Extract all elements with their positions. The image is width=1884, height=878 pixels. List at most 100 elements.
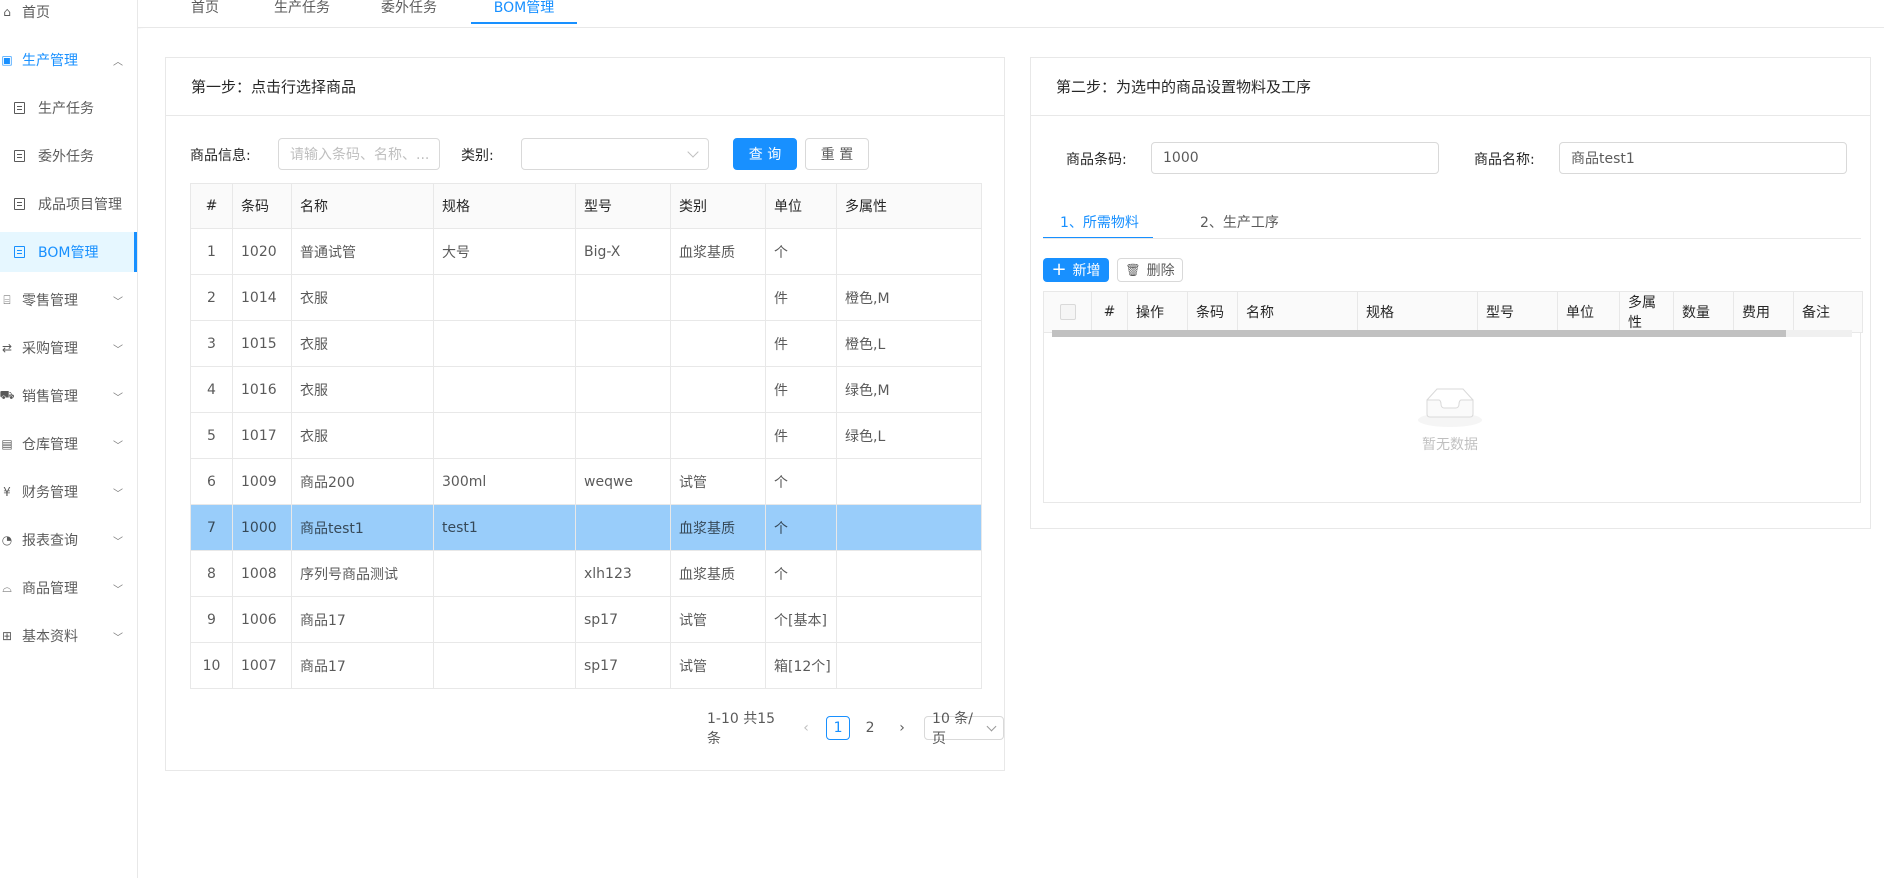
sidebar-item-retail[interactable]: ⌸ 零售管理 ﹀ <box>0 280 137 320</box>
table-cell <box>670 274 766 321</box>
table-row[interactable]: 9 1006 商品17 sp17 试管 个[基本] <box>190 596 982 643</box>
table-cell <box>575 412 671 459</box>
sidebar-item-outsource-task[interactable]: 委外任务 <box>0 136 137 176</box>
sidebar-item-basic-data[interactable]: ⊞ 基本资料 ﹀ <box>0 616 137 656</box>
category-select[interactable] <box>521 138 709 170</box>
table-row[interactable]: 10 1007 商品17 sp17 试管 箱[12个] <box>190 642 982 689</box>
table-cell: 1017 <box>232 412 292 459</box>
sidebar-item-label: 委外任务 <box>38 149 94 165</box>
tab-outsource-task[interactable]: 委外任务 <box>371 0 447 24</box>
sidebar-item-goods[interactable]: ⌓ 商品管理 ﹀ <box>0 568 137 608</box>
scrollbar-thumb[interactable] <box>1052 330 1786 337</box>
table-cell: 序列号商品测试 <box>291 550 434 597</box>
table-cell: 300ml <box>433 458 576 505</box>
pagination-total: 1-10 共15条 <box>707 711 776 747</box>
table-row[interactable]: 1 1020 普通试管 大号 Big-X 血浆基质个 <box>190 228 982 275</box>
table-cell: 1014 <box>232 274 292 321</box>
tab-production-task[interactable]: 生产任务 <box>264 0 340 24</box>
prev-page-icon[interactable]: ‹ <box>794 716 818 740</box>
sidebar-item-label: BOM管理 <box>38 245 99 261</box>
table-cell: 试管 <box>670 458 766 505</box>
table-cell: test1 <box>433 504 576 551</box>
sidebar-item-report[interactable]: ◔ 报表查询 ﹀ <box>0 520 137 560</box>
table-row[interactable]: 7 1000 商品test1 test1 血浆基质个 <box>190 504 982 551</box>
goods-icon: ⌓ <box>2 580 12 595</box>
table-row[interactable]: 4 1016 衣服 件绿色,M <box>190 366 982 413</box>
column-header: 条码 <box>1187 291 1238 333</box>
sidebar-item-finance[interactable]: ¥ 财务管理 ﹀ <box>0 472 137 512</box>
table-cell: xlh123 <box>575 550 671 597</box>
table-cell <box>575 504 671 551</box>
table-cell: 8 <box>190 550 233 597</box>
column-header: 规格 <box>433 183 576 229</box>
table-cell: 1015 <box>232 320 292 367</box>
table-cell <box>836 228 982 275</box>
horizontal-scrollbar[interactable] <box>1052 330 1852 337</box>
table-row[interactable]: 2 1014 衣服 件橙色,M <box>190 274 982 321</box>
tab-materials[interactable]: 1、所需物料 <box>1060 212 1139 232</box>
page-size-select[interactable]: 10 条/页 <box>924 711 1004 747</box>
table-cell: 商品17 <box>291 642 434 689</box>
barcode-field[interactable]: 1000 <box>1151 142 1439 174</box>
table-cell: 衣服 <box>291 320 434 367</box>
chevron-down-icon: ﹀ <box>113 632 123 644</box>
document-icon <box>12 101 26 115</box>
sidebar-item-label: 成品项目管理 <box>38 197 122 213</box>
sidebar-item-production-task[interactable]: 生产任务 <box>0 88 137 128</box>
sidebar-item-label: 基本资料 <box>22 629 78 645</box>
table-cell: 4 <box>190 366 233 413</box>
table-cell <box>836 550 982 597</box>
table-cell: 1008 <box>232 550 292 597</box>
column-header: 多属性 <box>1619 291 1674 333</box>
column-header: 单位 <box>765 183 837 229</box>
next-page-icon[interactable]: › <box>890 716 914 740</box>
sidebar-item-finished-project[interactable]: 成品项目管理 <box>0 184 137 224</box>
table-cell: 血浆基质 <box>670 550 766 597</box>
table-cell: 橙色,M <box>836 274 982 321</box>
table-cell: 7 <box>190 504 233 551</box>
table-cell: 1016 <box>232 366 292 413</box>
column-header: 多属性 <box>836 183 982 229</box>
select-all-checkbox-cell[interactable] <box>1043 291 1092 333</box>
goods-name-field[interactable]: 商品test1 <box>1559 142 1847 174</box>
delete-button[interactable]: 🗑 删除 <box>1117 258 1183 282</box>
table-cell: 1009 <box>232 458 292 505</box>
card-title: 第二步：为选中的商品设置物料及工序 <box>1031 58 1870 116</box>
table-cell: 件 <box>765 412 837 459</box>
query-button[interactable]: 查 询 <box>733 138 797 170</box>
table-row[interactable]: 8 1008 序列号商品测试 xlh123 血浆基质个 <box>190 550 982 597</box>
tab-home[interactable]: 首页 <box>180 0 230 24</box>
table-cell: 2 <box>190 274 233 321</box>
add-button[interactable]: + 新增 <box>1043 258 1109 282</box>
empty-state: 暂无数据 <box>1414 387 1486 454</box>
table-cell: 5 <box>190 412 233 459</box>
sidebar-item-home[interactable]: ⌂ 首页 <box>0 0 137 32</box>
table-cell <box>836 596 982 643</box>
sidebar-item-production[interactable]: ▣ 生产管理 ︿ <box>0 40 137 80</box>
reset-button[interactable]: 重 置 <box>805 138 869 170</box>
page-1[interactable]: 1 <box>826 716 851 740</box>
table-cell: sp17 <box>575 596 671 643</box>
table-cell <box>836 504 982 551</box>
sidebar-item-purchase[interactable]: ⇄ 采购管理 ﹀ <box>0 328 137 368</box>
tab-bom[interactable]: BOM管理 <box>471 0 577 24</box>
page-2[interactable]: 2 <box>858 716 882 740</box>
table-cell <box>433 274 576 321</box>
table-cell: 绿色,L <box>836 412 982 459</box>
goods-search-input[interactable]: 请输入条码、名称、... <box>278 138 440 170</box>
table-row[interactable]: 5 1017 衣服 件绿色,L <box>190 412 982 459</box>
tab-processes[interactable]: 2、生产工序 <box>1200 212 1279 232</box>
table-cell <box>433 320 576 367</box>
sidebar-item-warehouse[interactable]: ▤ 仓库管理 ﹀ <box>0 424 137 464</box>
sidebar-item-bom[interactable]: BOM管理 <box>0 232 137 272</box>
table-cell: 个 <box>765 228 837 275</box>
table-cell: 试管 <box>670 642 766 689</box>
table-row[interactable]: 3 1015 衣服 件橙色,L <box>190 320 982 367</box>
sidebar-item-label: 商品管理 <box>22 581 78 597</box>
column-header: 操作 <box>1127 291 1188 333</box>
sidebar-item-sales[interactable]: ⛟ 销售管理 ﹀ <box>0 376 137 416</box>
table-row[interactable]: 6 1009 商品200 300ml weqwe 试管个 <box>190 458 982 505</box>
chevron-down-icon <box>687 146 699 158</box>
select-all-checkbox[interactable] <box>1059 304 1076 320</box>
empty-text: 暂无数据 <box>1422 437 1478 453</box>
